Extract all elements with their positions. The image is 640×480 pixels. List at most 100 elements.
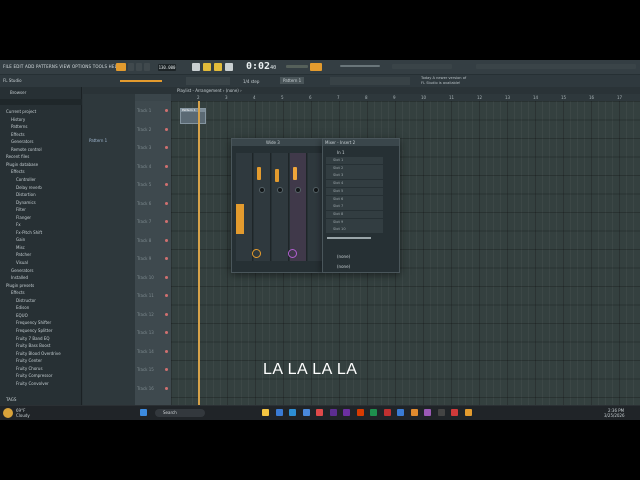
effect-slot[interactable]: Slot 9 bbox=[326, 218, 383, 226]
track-label[interactable]: Track 15 bbox=[137, 367, 154, 372]
track-mute-led[interactable] bbox=[165, 238, 168, 242]
route-knob-2[interactable] bbox=[288, 249, 297, 258]
window-shortcut-icons[interactable] bbox=[476, 64, 636, 69]
effect-slot[interactable]: Slot 2 bbox=[326, 164, 383, 172]
main-menu[interactable]: FILE EDIT ADD PATTERNS VIEW OPTIONS TOOL… bbox=[3, 64, 120, 69]
track-mute-led[interactable] bbox=[165, 368, 168, 371]
track-mute-led[interactable] bbox=[165, 331, 168, 334]
taskbar-app-icon[interactable] bbox=[464, 409, 472, 416]
taskbar-app-icon[interactable] bbox=[451, 409, 458, 416]
play-button[interactable] bbox=[128, 63, 134, 71]
taskbar-app-icon[interactable] bbox=[437, 409, 445, 416]
browser-item[interactable]: Controller bbox=[16, 177, 36, 182]
track-label[interactable]: Track 9 bbox=[137, 256, 151, 261]
track-label[interactable]: Track 13 bbox=[137, 330, 154, 335]
stop-button[interactable] bbox=[136, 63, 142, 71]
track-mute-led[interactable] bbox=[165, 183, 168, 186]
pan-knob-4[interactable] bbox=[313, 187, 319, 193]
browser-item[interactable]: Gain bbox=[16, 237, 25, 242]
effect-slot[interactable]: Slot 6 bbox=[326, 195, 383, 203]
taskbar-app-icon[interactable] bbox=[275, 409, 283, 416]
pan-knob-1[interactable] bbox=[259, 187, 265, 193]
track-mute-led[interactable] bbox=[165, 257, 168, 260]
browser-item[interactable]: Distructor bbox=[16, 298, 36, 303]
pattern-song-toggle[interactable] bbox=[116, 63, 126, 71]
browser-item[interactable]: Frequency Shifter bbox=[16, 320, 51, 325]
track-label[interactable]: Track 11 bbox=[137, 293, 154, 298]
track-label[interactable]: Track 16 bbox=[137, 386, 154, 391]
track-label[interactable]: Track 3 bbox=[137, 145, 151, 150]
effect-slot[interactable]: Slot 4 bbox=[326, 180, 383, 188]
track-mute-led[interactable] bbox=[165, 109, 168, 112]
browser-tabs[interactable] bbox=[0, 99, 82, 105]
track-label[interactable]: Track 10 bbox=[137, 275, 154, 280]
loop-record-button[interactable] bbox=[225, 63, 233, 71]
browser-item[interactable]: Remote control bbox=[11, 147, 42, 152]
fader-3[interactable] bbox=[293, 167, 297, 180]
browser-item[interactable]: Visual bbox=[16, 260, 28, 265]
snap-tools[interactable] bbox=[186, 77, 230, 85]
mix-level-slider[interactable] bbox=[327, 237, 371, 239]
start-button[interactable] bbox=[140, 409, 147, 416]
taskbar-app-icon[interactable] bbox=[316, 409, 323, 416]
track-label[interactable]: Track 14 bbox=[137, 349, 154, 354]
track-label[interactable]: Track 12 bbox=[137, 312, 154, 317]
browser-item[interactable]: Filter bbox=[16, 207, 26, 212]
taskbar-app-icon[interactable] bbox=[370, 409, 377, 416]
browser-item[interactable]: Installed bbox=[11, 275, 28, 280]
taskbar-search[interactable]: Search bbox=[155, 409, 205, 417]
route-knob-1[interactable] bbox=[252, 249, 261, 258]
browser-item[interactable]: Patterns bbox=[11, 124, 27, 129]
browser-item[interactable]: Fx-Pitch Shift bbox=[16, 230, 42, 235]
track-mute-led[interactable] bbox=[165, 220, 168, 223]
browser-item[interactable]: EQUO bbox=[16, 313, 28, 318]
track-mute-led[interactable] bbox=[165, 275, 168, 279]
browser-item[interactable]: Flanger bbox=[16, 215, 31, 220]
browser-item[interactable]: Fruity Chorus bbox=[16, 366, 43, 371]
track-label[interactable]: Track 8 bbox=[137, 238, 151, 243]
browser-item[interactable]: Fruity Center bbox=[16, 358, 42, 363]
track-label[interactable]: Track 7 bbox=[137, 219, 151, 224]
effect-slot[interactable]: Slot 10 bbox=[326, 226, 383, 234]
pan-knob-2[interactable] bbox=[277, 187, 283, 193]
timeline-ruler[interactable]: 2 3 4 5 6 7 8 9 10 11 12 13 14 15 16 17 bbox=[171, 94, 640, 101]
browser-item[interactable]: Fx bbox=[16, 222, 21, 227]
effect-slot[interactable]: Slot 8 bbox=[326, 210, 383, 218]
effect-slot[interactable]: Slot 5 bbox=[326, 187, 383, 195]
browser-item[interactable]: Effects bbox=[11, 169, 25, 174]
track-label[interactable]: Track 1 bbox=[137, 108, 151, 113]
countdown-button[interactable] bbox=[214, 63, 222, 71]
browser-item[interactable]: Patcher bbox=[16, 252, 31, 257]
browser-item[interactable]: Delay reverb bbox=[16, 185, 42, 190]
fader-1[interactable] bbox=[257, 167, 261, 180]
track-mute-led[interactable] bbox=[165, 294, 168, 297]
taskbar-app-icon[interactable] bbox=[356, 409, 364, 416]
taskbar-app-icon[interactable] bbox=[262, 409, 269, 416]
effect-slot[interactable]: Slot 7 bbox=[326, 203, 383, 211]
browser-item[interactable]: Misc bbox=[16, 245, 25, 250]
browser-item[interactable]: Recent files bbox=[6, 154, 29, 159]
browser-item[interactable]: Effects bbox=[11, 132, 25, 137]
song-position-bar[interactable] bbox=[120, 80, 162, 82]
step-select[interactable]: 1/4 step bbox=[243, 79, 259, 84]
browser-item[interactable]: Plugin database bbox=[6, 162, 38, 167]
browser-item[interactable]: Distortion bbox=[16, 192, 36, 197]
track-label[interactable]: Track 5 bbox=[137, 182, 151, 187]
browser-item[interactable]: Generators bbox=[11, 139, 33, 144]
taskbar-app-icon[interactable] bbox=[424, 409, 431, 416]
view-buttons[interactable] bbox=[330, 77, 410, 85]
track-mute-led[interactable] bbox=[165, 386, 168, 390]
browser-item[interactable]: Fruity Bass Boost bbox=[16, 343, 50, 348]
browser-item[interactable]: Fruity 7 Band EQ bbox=[16, 336, 50, 341]
track-mute-led[interactable] bbox=[165, 164, 168, 168]
track-mute-led[interactable] bbox=[165, 349, 168, 353]
browser-item[interactable]: History bbox=[11, 117, 25, 122]
track-mute-led[interactable] bbox=[165, 146, 168, 149]
track-label[interactable]: Track 2 bbox=[137, 127, 151, 132]
track-mute-led[interactable] bbox=[165, 312, 168, 316]
taskbar-app-icon[interactable] bbox=[289, 409, 296, 416]
pattern-item[interactable]: Pattern 1 bbox=[89, 138, 107, 143]
master-volume-slider[interactable] bbox=[340, 65, 380, 67]
browser-item[interactable]: Fruity Compressor bbox=[16, 373, 52, 378]
taskbar-app-icon[interactable] bbox=[383, 409, 391, 416]
